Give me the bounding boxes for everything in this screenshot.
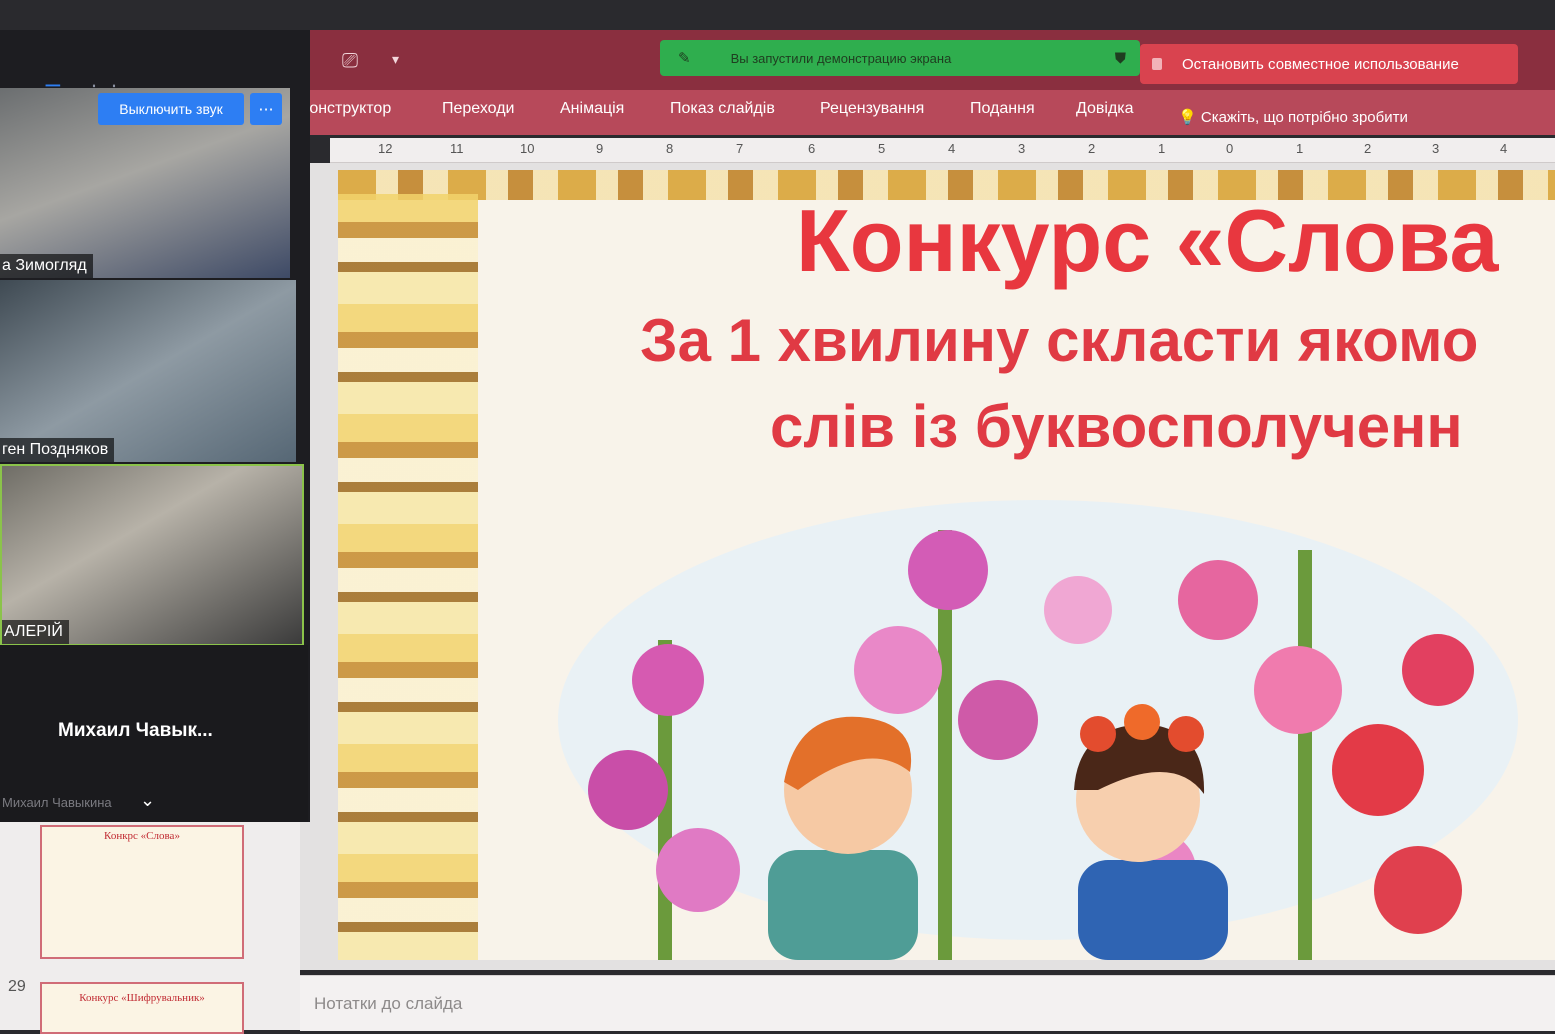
slide-subtitle-line-2[interactable]: слів із буквосполученн [770,392,1463,461]
participant-tile-audio-only[interactable]: Михаил Чавык... Михаил Чавыкина ⌄ [0,645,308,822]
ruler-label: 12 [378,141,393,156]
ruler-label: 6 [808,141,816,156]
participant-video-3-active-speaker[interactable]: АЛЕРІЙ [0,464,304,646]
tab-animations[interactable]: Анімація [560,100,624,118]
ruler-label: 2 [1088,141,1096,156]
slide-thumbnail-next[interactable]: Конкурс «Шифрувальник» [40,982,244,1034]
flower [1374,846,1462,934]
tab-view[interactable]: Подання [970,100,1035,118]
ruler-label: 10 [520,141,535,156]
children-flowers-picture[interactable] [538,490,1555,960]
ruler-label: 4 [1500,141,1508,156]
stop-square-icon [1152,58,1162,70]
share-banner-text: Вы запустили демонстрацию экрана [730,50,952,66]
boy-shirt [768,850,918,960]
ruler-label: 3 [1018,141,1026,156]
tell-me-label: Скажіть, що потрібно зробити [1200,109,1408,126]
girl-hair-flower [1124,704,1160,740]
participant-name: а Зимогляд [0,254,93,278]
ruler-label: 11 [450,141,464,156]
slide-title[interactable]: Конкурс «Слова [796,190,1498,292]
participant-video-2[interactable]: ген Поздняков [0,280,296,462]
mute-button[interactable]: Выключить звук [98,93,244,125]
current-slide[interactable]: Конкурс «Слова За 1 хвилину скласти яком… [338,170,1555,960]
girl-hair-flower [1168,716,1204,752]
ruler-label: 0 [1226,141,1234,156]
flower [632,644,704,716]
girl-dress [1078,860,1228,960]
participant-name: Михаил Чавык... [58,720,213,741]
tab-help[interactable]: Довідка [1076,100,1134,118]
ruler-label: 3 [1432,141,1440,156]
slide-thumbnail-pane: Конкрс «Слова» Конкурс «Шифрувальник» [0,820,300,1034]
flower [588,750,668,830]
stop-share-label: Остановить совместное использование [1182,55,1459,73]
lightbulb-icon: 💡 [1178,109,1197,126]
thumbnail-title: Конкрс «Слова» [104,830,180,842]
chevron-down-icon[interactable]: ⌄ [140,790,155,811]
tell-me-search[interactable]: 💡 Скажіть, що потрібно зробити [1178,108,1408,126]
tab-slide-show[interactable]: Показ слайдів [670,100,775,118]
screen-share-banner: ✎ Вы запустили демонстрацию экрана ⛊ [660,40,1140,76]
flower [854,626,942,714]
ruler-label: 4 [948,141,956,156]
ruler-label: 1 [1158,141,1166,156]
annotate-pen-icon[interactable]: ✎ [678,49,691,67]
slide-subtitle-line-1[interactable]: За 1 хвилину скласти якомо [640,306,1478,375]
flower [1332,724,1424,816]
flower [1254,646,1342,734]
slide-thumbnail-current[interactable]: Конкрс «Слова» [40,825,244,959]
more-options-button[interactable]: ··· [250,93,282,125]
ruler-label: 5 [878,141,886,156]
quick-access-dropdown-icon[interactable]: ▾ [392,52,399,68]
participant-name: ген Поздняков [0,438,115,462]
present-from-start-icon[interactable]: ⎚ [342,48,358,72]
thumbnail-title: Конкурс «Шифрувальник» [79,992,205,1004]
tab-transitions[interactable]: Переходи [442,100,514,118]
flower [656,828,740,912]
ruler-label: 9 [596,141,604,156]
ruler-label: 8 [666,141,674,156]
horizontal-ruler: 12 11 10 9 8 7 6 5 4 3 2 1 0 1 2 3 4 [330,138,1555,163]
participant-name: АЛЕРІЙ [2,620,69,644]
ruler-label: 7 [736,141,744,156]
stop-share-button[interactable]: Остановить совместное использование [1140,44,1518,84]
tab-design[interactable]: Конструктор [300,100,391,118]
ruler-label: 2 [1364,141,1372,156]
flower-stem [1298,550,1312,960]
tab-review[interactable]: Рецензування [820,100,924,118]
slide-number: 29 [8,978,26,995]
flower [908,530,988,610]
flower [958,680,1038,760]
flower [1402,634,1474,706]
notes-pane[interactable]: Нотатки до слайда [300,975,1555,1031]
ruler-label: 1 [1296,141,1304,156]
ornament-side-border [338,194,478,960]
security-shield-icon[interactable]: ⛊ [1115,50,1126,67]
girl-hair-flower [1080,716,1116,752]
participant-subname: Михаил Чавыкина [2,795,112,810]
flower [1044,576,1112,644]
notes-placeholder: Нотатки до слайда [314,994,463,1013]
flower [1178,560,1258,640]
